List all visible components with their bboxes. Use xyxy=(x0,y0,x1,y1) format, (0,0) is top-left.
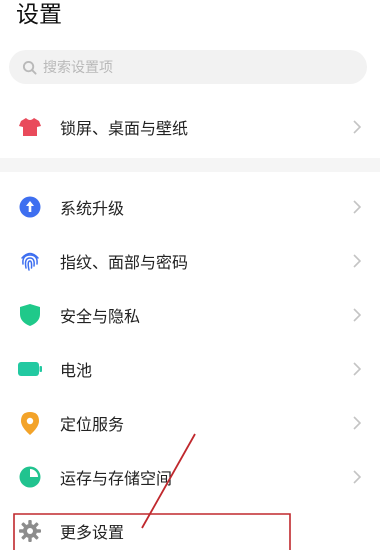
chevron-right-icon xyxy=(352,416,362,430)
upgrade-arrow-icon xyxy=(18,195,42,219)
settings-item-label: 锁屏、桌面与壁纸 xyxy=(60,119,189,138)
settings-item-security-privacy[interactable]: 安全与隐私 xyxy=(0,288,380,342)
search-icon xyxy=(21,59,37,75)
settings-item-label: 安全与隐私 xyxy=(60,307,141,326)
settings-item-label: 运存与存储空间 xyxy=(60,469,173,488)
chevron-right-icon xyxy=(352,200,362,214)
tshirt-icon xyxy=(18,115,42,139)
chevron-right-icon xyxy=(352,120,362,134)
gear-icon xyxy=(18,519,42,543)
section-divider xyxy=(0,158,380,172)
settings-item-label: 电池 xyxy=(60,361,93,380)
settings-item-label: 定位服务 xyxy=(60,415,125,434)
battery-icon xyxy=(18,357,42,381)
chevron-right-icon xyxy=(352,254,362,268)
search-placeholder: 搜索设置项 xyxy=(43,60,113,76)
shield-icon xyxy=(18,303,42,327)
pie-chart-icon xyxy=(18,465,42,489)
chevron-right-icon xyxy=(352,470,362,484)
search-input[interactable]: 搜索设置项 xyxy=(9,50,367,84)
chevron-right-icon xyxy=(352,362,362,376)
settings-item-label: 更多设置 xyxy=(60,523,125,542)
settings-item-location-services[interactable]: 定位服务 xyxy=(0,396,380,450)
chevron-right-icon xyxy=(352,308,362,322)
location-pin-icon xyxy=(18,411,42,435)
settings-item-system-upgrade[interactable]: 系统升级 xyxy=(0,180,380,234)
settings-item-fingerprint-face-password[interactable]: 指纹、面部与密码 xyxy=(0,234,380,288)
settings-item-label: 系统升级 xyxy=(60,199,125,218)
settings-item-memory-storage[interactable]: 运存与存储空间 xyxy=(0,450,380,504)
page-title: 设置 xyxy=(16,2,62,28)
settings-item-lockscreen-wallpaper[interactable]: 锁屏、桌面与壁纸 xyxy=(0,100,380,154)
settings-item-more-settings[interactable]: 更多设置 xyxy=(0,506,380,556)
settings-item-battery[interactable]: 电池 xyxy=(0,342,380,396)
fingerprint-icon xyxy=(18,249,42,273)
settings-item-label: 指纹、面部与密码 xyxy=(60,253,189,272)
